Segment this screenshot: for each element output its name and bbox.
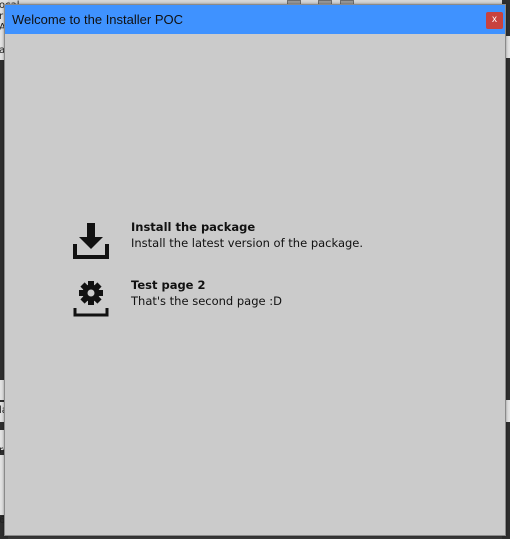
item-description: Install the latest version of the packag…	[131, 236, 364, 250]
test-page-2-option[interactable]: Test page 2 That's the second page :D	[71, 278, 431, 324]
install-package-option[interactable]: Install the package Install the latest v…	[71, 220, 431, 266]
title-bar[interactable]: Welcome to the Installer POC x	[5, 5, 505, 34]
close-button[interactable]: x	[486, 12, 503, 29]
item-description: That's the second page :D	[131, 294, 282, 308]
gear-tray-icon	[73, 281, 109, 317]
item-title: Install the package	[131, 220, 256, 234]
window-title: Welcome to the Installer POC	[12, 12, 183, 27]
item-title: Test page 2	[131, 278, 206, 292]
download-icon	[73, 223, 109, 259]
installer-dialog: Welcome to the Installer POC x Install t…	[4, 4, 506, 536]
